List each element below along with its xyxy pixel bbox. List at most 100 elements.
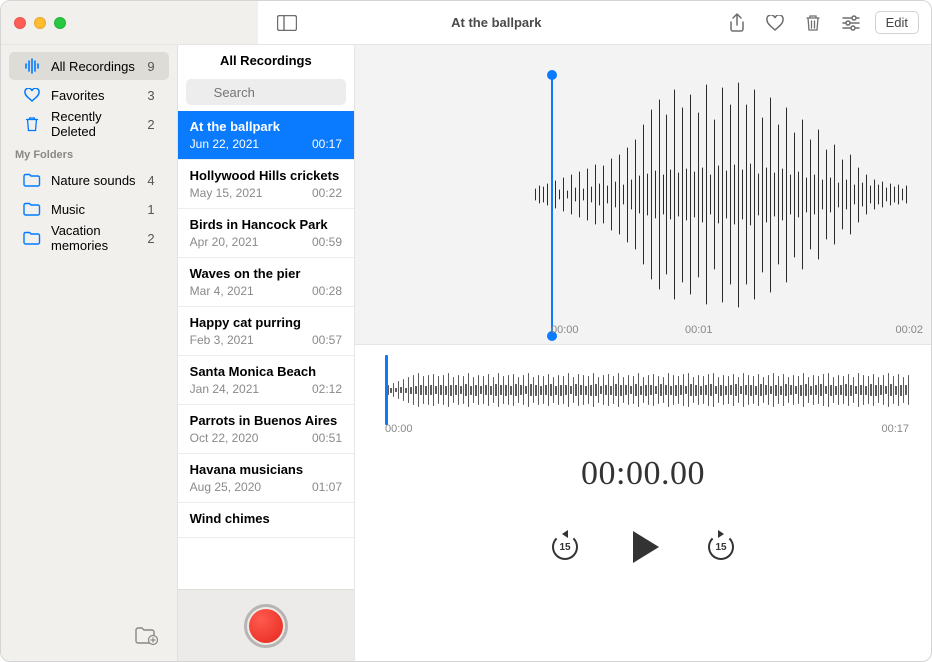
recordings-list[interactable]: At the ballparkJun 22, 202100:17Hollywoo… (178, 111, 354, 589)
sidebar-folder-music[interactable]: Music1 (9, 195, 169, 223)
waveform-bar (420, 385, 422, 395)
waveform-bar (559, 190, 560, 200)
skip-back-button[interactable]: 15 (549, 531, 581, 563)
waveform-bar (579, 172, 580, 218)
waveform-bar (710, 384, 712, 396)
waveform-bar (599, 184, 600, 206)
recording-item[interactable]: Havana musiciansAug 25, 202001:07 (178, 454, 354, 503)
waveform-bar (830, 177, 831, 212)
settings-button[interactable] (837, 9, 865, 37)
minimize-window-button[interactable] (34, 17, 46, 29)
search-input[interactable] (186, 79, 346, 105)
waveform-bar (845, 384, 847, 396)
record-footer (178, 589, 354, 661)
waveform-bar (703, 376, 705, 404)
waveform-bar (663, 377, 665, 403)
waveform-bar (908, 375, 910, 405)
recording-item[interactable]: At the ballparkJun 22, 202100:17 (178, 111, 354, 160)
waveform-bar (826, 150, 827, 240)
delete-button[interactable] (799, 9, 827, 37)
waveform-bar (858, 167, 859, 222)
waveform-bar (788, 377, 790, 403)
recording-item[interactable]: Happy cat purringFeb 3, 202100:57 (178, 307, 354, 356)
waveform-bar (875, 385, 877, 396)
recording-item[interactable]: Hollywood Hills cricketsMay 15, 202100:2… (178, 160, 354, 209)
playhead[interactable] (551, 75, 553, 336)
waveform-bar (398, 381, 400, 399)
waveform-bar (695, 385, 697, 396)
sidebar-folder-count: 1 (147, 202, 154, 217)
waveform-bar (790, 175, 791, 215)
skip-forward-button[interactable]: 15 (705, 531, 737, 563)
toggle-sidebar-button[interactable] (270, 8, 304, 38)
waveform-bar (798, 172, 799, 218)
waveform-bar (428, 375, 430, 405)
waveform-bar (870, 384, 872, 396)
waveform-bar (580, 385, 582, 395)
heart-icon (23, 86, 41, 104)
waveform-bar (828, 373, 830, 407)
waveform-bar (882, 182, 883, 208)
recording-duration: 00:22 (312, 186, 342, 200)
waveform-bar (763, 377, 765, 403)
record-button[interactable] (244, 604, 288, 648)
waveform-bar (405, 388, 407, 393)
play-button[interactable] (623, 527, 663, 567)
waveform-bar (458, 375, 460, 405)
sidebar-item-count: 3 (147, 88, 154, 103)
sidebar-item-count: 9 (147, 59, 154, 74)
waveform-zoom[interactable]: 00:00 00:01 00:02 (355, 45, 931, 345)
waveform-bar (873, 374, 875, 406)
waveform-bar (833, 377, 835, 403)
close-window-button[interactable] (14, 17, 26, 29)
waveform-bar (885, 386, 887, 394)
waveform-bar (480, 386, 482, 394)
overview-time-marks: 00:00 00:17 (355, 421, 931, 435)
waveform-bar (698, 375, 700, 405)
zoom-window-button[interactable] (54, 17, 66, 29)
waveform-bar (568, 373, 570, 407)
new-folder-button[interactable] (133, 625, 159, 647)
recording-title: Havana musicians (190, 462, 342, 477)
waveform-bar (488, 374, 490, 406)
sidebar-item-all-recordings[interactable]: All Recordings9 (9, 52, 169, 80)
waveform-bar (755, 386, 757, 395)
recording-item[interactable]: Waves on the pierMar 4, 202100:28 (178, 258, 354, 307)
sidebar-folder-vacation-memories[interactable]: Vacation memories2 (9, 224, 169, 252)
waveform-bar (463, 376, 465, 404)
recording-item[interactable]: Wind chimes (178, 503, 354, 538)
overview-end-time: 00:17 (881, 423, 909, 435)
waveform-bar (748, 375, 750, 405)
sidebar-item-recently-deleted[interactable]: Recently Deleted2 (9, 110, 169, 138)
recording-item[interactable]: Santa Monica BeachJan 24, 202102:12 (178, 356, 354, 405)
sidebar-item-favorites[interactable]: Favorites3 (9, 81, 169, 109)
window-title: At the ballpark (304, 15, 723, 30)
waveform-bar (854, 185, 855, 205)
recording-date: Aug 25, 2020 (190, 480, 261, 494)
recording-title: Birds in Hancock Park (190, 217, 342, 232)
waveform-bar (510, 386, 512, 395)
waveform-overview[interactable] (385, 363, 909, 417)
waveform-bar (865, 386, 867, 395)
waveform-bar (805, 384, 807, 396)
sidebar-folder-nature-sounds[interactable]: Nature sounds4 (9, 166, 169, 194)
overview-playhead[interactable] (385, 355, 388, 425)
waveform-bar (785, 384, 787, 396)
recording-date: Apr 20, 2021 (190, 235, 259, 249)
waveform-bar (773, 373, 775, 407)
waveform-bar (855, 386, 857, 394)
recording-item[interactable]: Parrots in Buenos AiresOct 22, 202000:51 (178, 405, 354, 454)
edit-button[interactable]: Edit (875, 11, 919, 34)
trash-icon (23, 115, 41, 133)
sidebar-footer (1, 611, 177, 661)
waveform-bar (670, 386, 672, 395)
sidebar-folder-count: 4 (147, 173, 154, 188)
waveform-bar (605, 385, 607, 395)
waveform-bar (815, 385, 817, 395)
waveform-bar (655, 386, 657, 394)
recording-item[interactable]: Birds in Hancock ParkApr 20, 202100:59 (178, 209, 354, 258)
favorite-button[interactable] (761, 9, 789, 37)
share-button[interactable] (723, 9, 751, 37)
waveform-bar (895, 386, 897, 395)
recordings-header: All Recordings (178, 45, 354, 75)
